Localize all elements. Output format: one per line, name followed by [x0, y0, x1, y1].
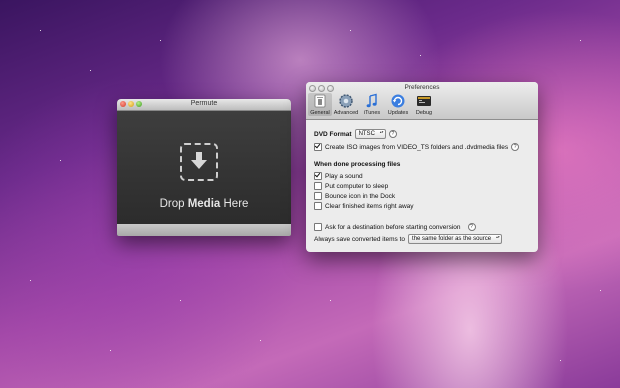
create-iso-checkbox[interactable]: [314, 143, 322, 151]
dvd-format-row: DVD Format NTSC ?: [314, 129, 397, 139]
play-sound-row: Play a sound: [314, 172, 363, 180]
tab-updates-label: Updates: [387, 110, 409, 116]
drop-prefix: Drop: [159, 198, 188, 210]
play-sound-label: Play a sound: [325, 172, 363, 180]
tab-general-label: General: [310, 110, 330, 116]
dvd-format-label: DVD Format: [314, 130, 352, 138]
debug-icon: [417, 96, 431, 106]
clear-row: Clear finished items right away: [314, 202, 414, 210]
preferences-title: Preferences: [404, 84, 440, 91]
bounce-checkbox[interactable]: [314, 192, 322, 200]
gear-icon: [339, 94, 353, 108]
ask-destination-label: Ask for a destination before starting co…: [325, 223, 461, 231]
sleep-label: Put computer to sleep: [325, 182, 389, 190]
bounce-row: Bounce icon in the Dock: [314, 192, 395, 200]
save-location-row: Always save converted items to the same …: [314, 234, 503, 244]
dvd-format-select[interactable]: NTSC: [354, 129, 386, 139]
general-icon: [314, 94, 326, 108]
dvd-format-help-button[interactable]: ?: [388, 130, 397, 138]
save-location-select[interactable]: the same folder as the source: [408, 234, 503, 244]
bounce-label: Bounce icon in the Dock: [325, 192, 396, 200]
tab-itunes-label: iTunes: [363, 110, 381, 116]
play-sound-checkbox[interactable]: [314, 172, 322, 180]
tab-general[interactable]: General: [308, 93, 332, 116]
drop-zone[interactable]: Drop Media Here: [117, 111, 291, 224]
tab-debug-label: Debug: [415, 110, 433, 116]
create-iso-row: Create ISO images from VIDEO_TS folders …: [314, 143, 520, 151]
preferences-toolbar: General Advanced iTunes Updates Debug: [308, 93, 436, 116]
preferences-window: Preferences General Advanced iTunes Upda…: [306, 82, 538, 252]
always-save-label: Always save converted items to: [314, 235, 406, 243]
tab-advanced-label: Advanced: [333, 110, 359, 116]
tab-debug[interactable]: Debug: [412, 93, 436, 116]
drop-media-label: Drop Media Here: [117, 198, 291, 210]
sleep-checkbox[interactable]: [314, 182, 322, 190]
ask-destination-row: Ask for a destination before starting co…: [314, 223, 476, 231]
drop-box: [180, 143, 218, 181]
create-iso-label: Create ISO images from VIDEO_TS folders …: [325, 143, 509, 151]
clear-label: Clear finished items right away: [325, 202, 414, 210]
ask-destination-checkbox[interactable]: [314, 223, 322, 231]
create-iso-help-button[interactable]: ?: [511, 143, 520, 151]
when-done-heading: When done processing files: [314, 161, 401, 168]
sleep-row: Put computer to sleep: [314, 182, 388, 190]
drop-suffix: Here: [220, 198, 249, 210]
itunes-icon: [366, 93, 377, 108]
permute-bottom-bar: [117, 224, 291, 236]
permute-title: Permute: [190, 100, 218, 107]
clear-checkbox[interactable]: [314, 202, 322, 210]
tab-advanced[interactable]: Advanced: [334, 93, 358, 116]
download-arrow-icon: [191, 152, 207, 169]
preferences-toolbar-area: Preferences General Advanced iTunes Upda…: [306, 82, 538, 120]
permute-titlebar[interactable]: Permute: [117, 99, 291, 111]
ask-destination-help-button[interactable]: ?: [467, 223, 476, 231]
tab-updates[interactable]: Updates: [386, 93, 410, 116]
tab-itunes[interactable]: iTunes: [360, 93, 384, 116]
updates-icon: [391, 94, 405, 108]
drop-bold: Media: [187, 198, 221, 210]
permute-window: Permute Drop Media Here: [117, 99, 291, 236]
